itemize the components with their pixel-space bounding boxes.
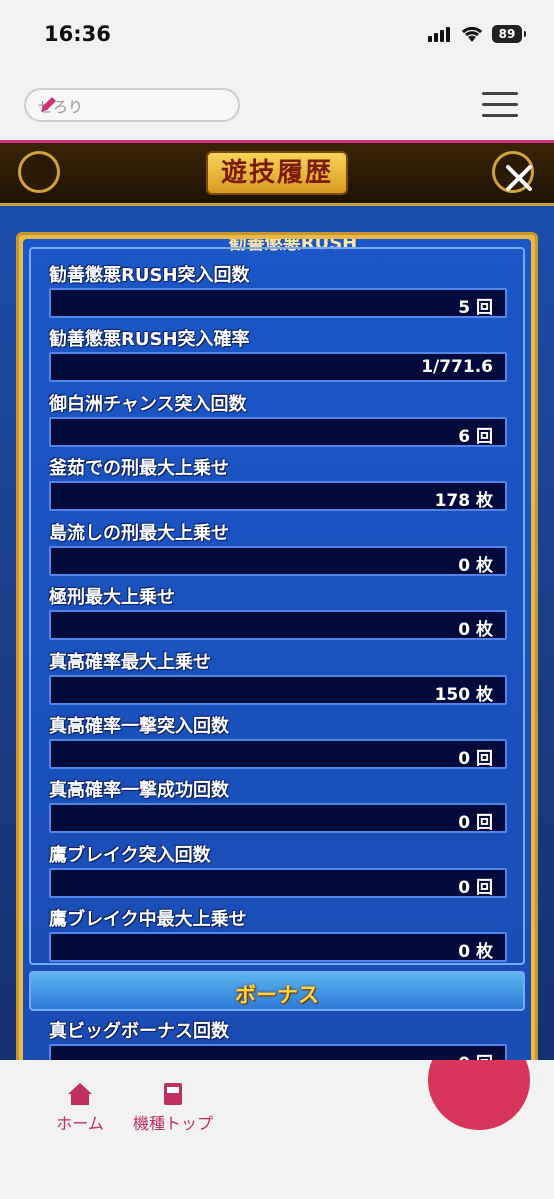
stat-value: 1/771.6 bbox=[421, 357, 493, 377]
wifi-icon bbox=[460, 24, 484, 48]
stat-value-box: 0 枚 bbox=[49, 610, 507, 640]
stat-value-box: 0 回 bbox=[49, 803, 507, 833]
stat-label: 真ビッグボーナス回数 bbox=[49, 1021, 229, 1042]
stat-value: 0 枚 bbox=[458, 556, 493, 576]
stat-value: 0 回 bbox=[458, 749, 493, 769]
stat-value: 6 回 bbox=[458, 427, 493, 447]
stat-value-box: 0 回 bbox=[49, 739, 507, 769]
stat-label: 真高確率一撃成功回数 bbox=[49, 780, 229, 801]
close-icon[interactable] bbox=[504, 163, 534, 193]
bonus-section-title: ボーナス bbox=[235, 983, 319, 1007]
game-banner: 遊技履歴 bbox=[0, 143, 554, 206]
stat-value: 0 回 bbox=[458, 813, 493, 833]
stat-label: 鷹ブレイク突入回数 bbox=[49, 845, 211, 866]
stat-value-box: 0 回 bbox=[49, 868, 507, 898]
nav-home-label: ホーム bbox=[56, 1114, 104, 1133]
stat-value-box: 1/771.6 bbox=[49, 352, 507, 382]
history-title: 遊技履歴 bbox=[206, 151, 348, 195]
page-header: せろり bbox=[0, 70, 554, 142]
nav-home[interactable]: ホーム bbox=[52, 1082, 108, 1134]
stat-value-box: 0 回 bbox=[49, 1044, 507, 1060]
history-scroll-area[interactable]: 勧善懲悪RUSH 勧善懲悪RUSH突入回数 5 回 勧善懲悪RUSH突入確率 1… bbox=[23, 239, 531, 1060]
slot-machine-icon bbox=[128, 1082, 218, 1110]
signal-icon bbox=[428, 27, 450, 42]
game-history-screen: 遊技履歴 勧善懲悪RUSH 勧善懲悪RUSH突入回数 5 回 勧善懲悪RUSH突… bbox=[0, 143, 554, 1060]
stat-label: 鷹ブレイク中最大上乗せ bbox=[49, 909, 247, 930]
battery-icon: 89 bbox=[492, 25, 526, 43]
home-icon bbox=[52, 1082, 108, 1110]
stat-value-box: 0 枚 bbox=[49, 932, 507, 962]
stat-value: 0 回 bbox=[458, 1049, 493, 1060]
stat-value: 0 枚 bbox=[458, 620, 493, 640]
stat-label: 勧善懲悪RUSH突入確率 bbox=[49, 329, 250, 350]
stat-value-box: 150 枚 bbox=[49, 675, 507, 705]
pencil-icon[interactable] bbox=[38, 95, 230, 119]
stat-label: 釜茹での刑最大上乗せ bbox=[49, 458, 229, 479]
nav-model-top[interactable]: 機種トップ bbox=[128, 1082, 218, 1134]
stat-label: 島流しの刑最大上乗せ bbox=[49, 523, 229, 544]
stat-value: 178 枚 bbox=[434, 491, 493, 511]
bonus-section-header: ボーナス bbox=[29, 971, 525, 1011]
stat-label: 勧善懲悪RUSH突入回数 bbox=[49, 265, 250, 286]
stat-value: 0 枚 bbox=[458, 942, 493, 962]
history-panel[interactable]: 勧善懲悪RUSH 勧善懲悪RUSH突入回数 5 回 勧善懲悪RUSH突入確率 1… bbox=[16, 232, 538, 1060]
stat-value: 0 回 bbox=[458, 878, 493, 898]
stat-label: 真高確率最大上乗せ bbox=[49, 652, 211, 673]
stat-label: 真高確率一撃突入回数 bbox=[49, 716, 229, 737]
stat-value-box: 5 回 bbox=[49, 288, 507, 318]
hamburger-menu-icon[interactable] bbox=[482, 92, 518, 120]
nav-model-top-label: 機種トップ bbox=[132, 1114, 213, 1133]
search-input[interactable]: せろり bbox=[24, 88, 240, 122]
stat-label: 極刑最大上乗せ bbox=[49, 587, 175, 608]
stat-value-box: 0 枚 bbox=[49, 546, 507, 576]
family-crest-icon bbox=[18, 151, 60, 193]
stat-value-box: 6 回 bbox=[49, 417, 507, 447]
status-time: 16:36 bbox=[44, 22, 111, 46]
stat-value: 150 枚 bbox=[434, 685, 493, 705]
stat-value-box: 178 枚 bbox=[49, 481, 507, 511]
status-bar: 16:36 89 bbox=[0, 0, 554, 70]
stat-value: 5 回 bbox=[458, 298, 493, 318]
stat-label: 御白洲チャンス突入回数 bbox=[49, 394, 247, 415]
